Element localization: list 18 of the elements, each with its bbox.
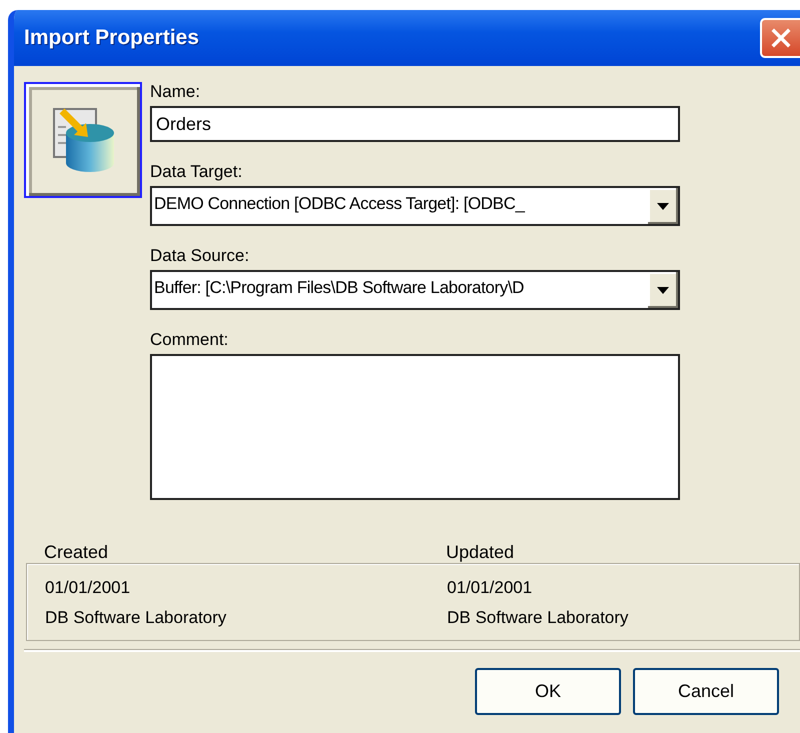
author-text: DB Software Laboratory <box>447 608 630 628</box>
field-label: Data Target: <box>150 162 244 182</box>
field-label: Comment: <box>150 330 230 350</box>
author-text: DB Software Laboratory <box>45 608 228 628</box>
text-field[interactable]: Orders <box>150 106 680 142</box>
dialog-button[interactable]: OK <box>475 668 621 715</box>
section-label: Updated <box>446 542 516 563</box>
dropdown[interactable]: DEMO Connection [ODBC Access Target]: [ODBC_ <box>150 186 680 226</box>
field-label: Data Source: <box>150 246 250 266</box>
window-title: Import Properties <box>24 26 200 50</box>
section-label: Created <box>44 542 110 563</box>
dialog-button[interactable]: Cancel <box>633 668 779 715</box>
date-text: 01/01/2001 <box>447 578 534 598</box>
dropdown[interactable]: Buffer: [C:\Program Files\DB Software Laboratory\D <box>150 270 680 310</box>
field-label: Name: <box>150 82 202 102</box>
dropdown-value: DEMO Connection [ODBC Access Target]: [ODBC_ <box>153 193 526 215</box>
date-text: 01/01/2001 <box>45 578 132 598</box>
dropdown-value: Buffer: [C:\Program Files\DB Software Laboratory\D <box>153 277 525 299</box>
